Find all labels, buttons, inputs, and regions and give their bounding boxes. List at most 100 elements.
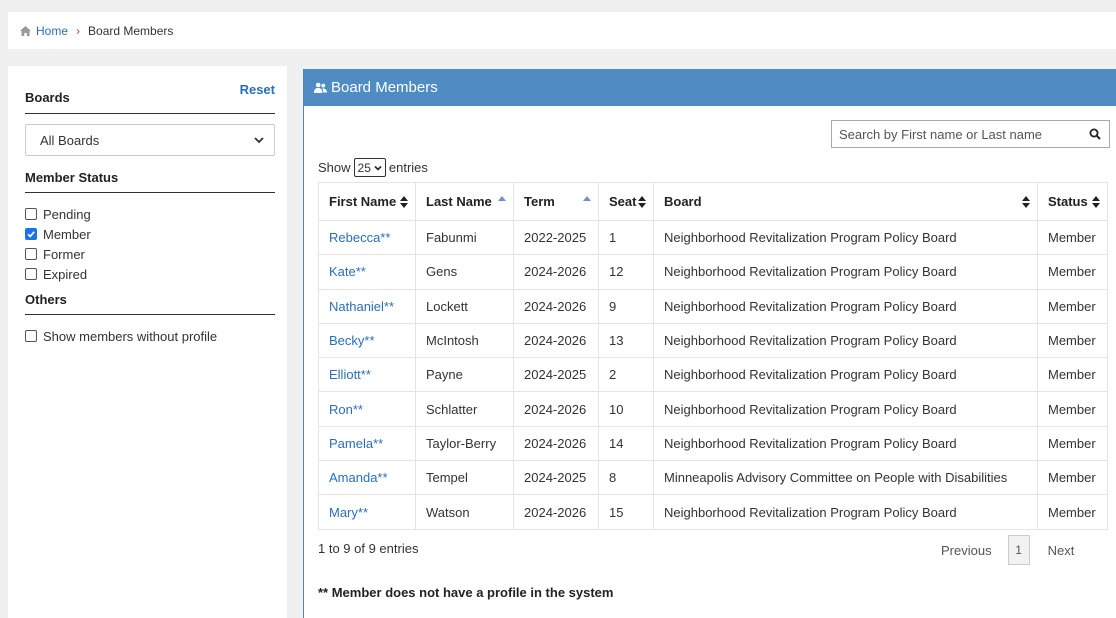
breadcrumb: Home › Board Members [8,12,1116,49]
first-name-cell[interactable]: Kate** [318,254,416,290]
table-row: Ron** Schlatter 2024-2026 10 Neighborhood Re… [318,391,1108,427]
breadcrumb-current: Board Members [88,23,174,38]
reset-link[interactable]: Reset [240,82,275,97]
checkbox[interactable] [25,208,37,220]
previous-page-button[interactable]: Previous [931,543,1002,558]
column-header-label: Seat [609,194,637,209]
column-header-label: Last Name [426,194,492,209]
page-number-button[interactable]: 1 [1007,535,1030,565]
board-cell: Neighborhood Revitalization Program Poli… [653,357,1038,393]
column-header-last-name[interactable]: Last Name [415,182,514,221]
home-icon [20,25,31,36]
sort-icon [1022,195,1030,208]
seat-cell: 9 [598,288,654,324]
others-option-label: Show members without profile [43,328,218,344]
sort-icon [1092,195,1100,208]
board-cell: Neighborhood Revitalization Program Poli… [653,219,1038,256]
column-header-status[interactable]: Status [1037,182,1108,221]
checkbox[interactable] [25,268,37,280]
show-label: Show [318,160,351,175]
first-name-cell[interactable]: Rebecca** [318,219,416,256]
column-header-seat[interactable]: Seat [598,182,654,221]
last-name-cell: Taylor-Berry [415,425,514,462]
column-header-board[interactable]: Board [653,182,1038,221]
table-row: Amanda** Tempel 2024-2025 8 Minneapolis Advi… [318,460,1108,496]
first-name-cell[interactable]: Ron** [318,391,416,427]
table-row: Kate** Gens 2024-2026 12 Neighborhood Revita… [318,254,1108,290]
term-cell: 2024-2026 [513,494,599,530]
status-option-expired[interactable]: Expired [25,264,275,284]
checkbox[interactable] [25,330,37,342]
column-header-label: Term [524,194,555,209]
board-select-value: All Boards [40,132,100,148]
seat-cell: 1 [598,219,654,256]
first-name-cell[interactable]: Pamela** [318,425,416,462]
term-cell: 2024-2026 [513,391,599,427]
member-status-list: Pending Member Former Expired [25,204,275,284]
show-without-profile-option[interactable]: Show members without profile [25,326,275,346]
others-title: Others [25,292,275,315]
table-row: Mary** Watson 2024-2026 15 Neighborhood Revi… [318,494,1108,530]
first-name-cell[interactable]: Mary** [318,494,416,530]
term-cell: 2024-2026 [513,322,599,359]
last-name-cell: Lockett [415,288,514,324]
term-cell: 2024-2026 [513,288,599,324]
search-icon[interactable] [1089,128,1101,140]
entries-label: entries [388,160,428,175]
status-cell: Member [1037,494,1108,530]
others-list: Show members without profile [25,326,275,346]
status-cell: Member [1037,425,1108,462]
last-name-cell: Schlatter [415,391,514,427]
member-status-title: Member Status [25,170,275,193]
last-name-cell: Gens [415,254,514,290]
entries-per-page-value: 25 [357,160,371,175]
status-option-former[interactable]: Former [25,244,275,264]
breadcrumb-home-link[interactable]: Home [36,24,68,38]
board-cell: Minneapolis Advisory Committee on People… [653,460,1038,496]
pagination: Previous 1 Next [931,535,1084,565]
term-cell: 2024-2025 [513,460,599,496]
board-cell: Neighborhood Revitalization Program Poli… [653,494,1038,530]
table-row: Rebecca** Fabunmi 2022-2025 1 Neighborhood R… [318,219,1108,256]
status-cell: Member [1037,322,1108,359]
boards-header: Boards Reset [25,82,275,114]
table-row: Nathaniel** Lockett 2024-2026 9 Neighborhood… [318,288,1108,324]
last-name-cell: Watson [415,494,514,530]
first-name-cell[interactable]: Elliott** [318,357,416,393]
board-cell: Neighborhood Revitalization Program Poli… [653,254,1038,290]
boards-title: Boards [25,90,70,105]
board-select[interactable]: All Boards [25,124,275,156]
status-option-pending[interactable]: Pending [25,204,275,224]
search-input[interactable]: Search by First name or Last name [831,120,1110,148]
profile-note: ** Member does not have a profile in the… [318,585,614,600]
checkbox-checked[interactable] [25,228,37,240]
board-members-panel: Board Members Search by First name or La… [303,69,1116,618]
status-cell: Member [1037,219,1108,256]
first-name-cell[interactable]: Becky** [318,322,416,359]
status-option-label: Expired [43,266,88,282]
seat-cell: 10 [598,391,654,427]
check-icon [27,231,35,238]
status-cell: Member [1037,357,1108,393]
checkbox[interactable] [25,248,37,260]
table-info: 1 to 9 of 9 entries [318,541,419,556]
seat-cell: 15 [598,494,654,530]
panel-header: Board Members [304,69,1116,106]
chevron-down-icon [254,137,264,144]
seat-cell: 14 [598,425,654,462]
term-cell: 2022-2025 [513,219,599,256]
table-body: Rebecca** Fabunmi 2022-2025 1 Neighborhood R… [318,219,1108,530]
term-cell: 2024-2026 [513,254,599,290]
term-cell: 2024-2026 [513,425,599,462]
first-name-cell[interactable]: Nathaniel** [318,288,416,324]
show-entries: Show 25 entries [318,158,428,177]
status-cell: Member [1037,460,1108,496]
next-page-button[interactable]: Next [1038,543,1085,558]
table-header-row: First Name Last Name Term Seat Board Sta… [318,182,1108,221]
seat-cell: 13 [598,322,654,359]
first-name-cell[interactable]: Amanda** [318,460,416,496]
column-header-term[interactable]: Term [513,182,599,221]
column-header-first-name[interactable]: First Name [318,182,416,221]
entries-per-page-select[interactable]: 25 [353,158,386,177]
status-option-member[interactable]: Member [25,224,275,244]
